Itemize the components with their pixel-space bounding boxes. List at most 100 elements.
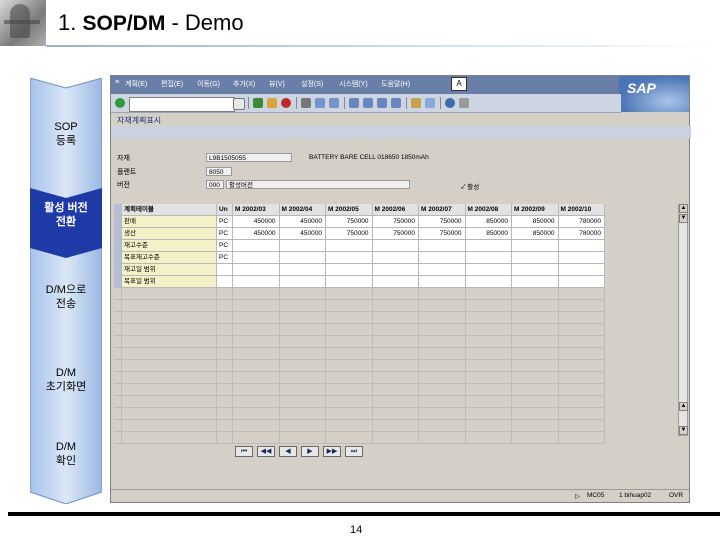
table-cell[interactable] xyxy=(326,276,373,288)
customize-layout-icon[interactable] xyxy=(459,98,469,108)
table-cell[interactable] xyxy=(233,276,280,288)
table-cell[interactable] xyxy=(233,240,280,252)
table-cell[interactable] xyxy=(465,264,512,276)
table-cell[interactable]: 450000 xyxy=(233,216,280,228)
menu-plan[interactable]: 계획(E) xyxy=(125,79,147,89)
table-cell[interactable] xyxy=(558,240,605,252)
row-selector[interactable] xyxy=(114,252,122,264)
table-cell[interactable] xyxy=(419,264,466,276)
next-page-button[interactable]: ▶▶ xyxy=(323,446,341,457)
menu-help[interactable]: 도움말(H) xyxy=(381,79,410,89)
find-icon[interactable] xyxy=(315,98,325,108)
table-cell[interactable] xyxy=(372,264,419,276)
version-field[interactable]: 000 xyxy=(206,180,224,189)
table-cell[interactable] xyxy=(465,240,512,252)
row-selector[interactable] xyxy=(114,372,122,384)
select-all-cell[interactable] xyxy=(114,204,122,216)
next-column-button[interactable]: ▶ xyxy=(301,446,319,457)
first-column-button[interactable]: ⏮ xyxy=(235,446,253,457)
table-cell[interactable]: 750000 xyxy=(372,228,419,240)
help-icon[interactable] xyxy=(445,98,455,108)
table-cell[interactable]: 450000 xyxy=(233,228,280,240)
scroll-down-button[interactable]: ▼ xyxy=(679,426,688,435)
table-cell[interactable] xyxy=(326,264,373,276)
row-selector[interactable] xyxy=(114,336,122,348)
menu-goto[interactable]: 이동(G) xyxy=(197,79,220,89)
back-icon[interactable] xyxy=(253,98,263,108)
previous-page-button[interactable]: ◀◀ xyxy=(257,446,275,457)
enter-icon[interactable] xyxy=(115,98,125,108)
menu-extras[interactable]: 추가(X) xyxy=(233,79,255,89)
row-selector[interactable] xyxy=(114,408,122,420)
row-selector[interactable] xyxy=(114,216,122,228)
table-cell[interactable]: 750000 xyxy=(326,228,373,240)
row-selector[interactable] xyxy=(114,228,122,240)
material-field[interactable]: L9B1505055 xyxy=(206,153,292,162)
previous-page-icon[interactable] xyxy=(363,98,373,108)
first-page-icon[interactable] xyxy=(349,98,359,108)
shortcut-icon[interactable] xyxy=(425,98,435,108)
table-cell[interactable] xyxy=(419,240,466,252)
table-cell[interactable] xyxy=(419,252,466,264)
table-cell[interactable] xyxy=(419,276,466,288)
row-selector[interactable] xyxy=(114,264,122,276)
plant-field[interactable]: 8050 xyxy=(206,167,232,176)
table-cell[interactable] xyxy=(372,276,419,288)
last-page-icon[interactable] xyxy=(391,98,401,108)
table-cell[interactable]: 750000 xyxy=(372,216,419,228)
menu-system[interactable]: 시스템(Y) xyxy=(339,79,368,89)
table-cell[interactable] xyxy=(233,264,280,276)
last-column-button[interactable]: ⏭ xyxy=(345,446,363,457)
find-next-icon[interactable] xyxy=(329,98,339,108)
table-cell[interactable] xyxy=(326,252,373,264)
table-cell[interactable] xyxy=(279,276,326,288)
row-selector[interactable] xyxy=(114,276,122,288)
table-cell[interactable] xyxy=(512,264,559,276)
table-cell[interactable] xyxy=(372,252,419,264)
menu-view[interactable]: 뷰(V) xyxy=(269,79,285,89)
table-cell[interactable] xyxy=(558,264,605,276)
print-icon[interactable] xyxy=(301,98,311,108)
exit-icon[interactable] xyxy=(267,98,277,108)
table-cell[interactable]: 780000 xyxy=(558,216,605,228)
table-cell[interactable]: 750000 xyxy=(419,216,466,228)
scroll-up-button[interactable]: ▲ xyxy=(679,402,688,411)
table-cell[interactable] xyxy=(465,252,512,264)
row-selector[interactable] xyxy=(114,288,122,300)
menu-settings[interactable]: 설정(S) xyxy=(301,79,323,89)
table-cell[interactable] xyxy=(326,240,373,252)
table-cell[interactable]: 750000 xyxy=(326,216,373,228)
table-cell[interactable] xyxy=(512,240,559,252)
row-selector[interactable] xyxy=(114,420,122,432)
row-selector[interactable] xyxy=(114,348,122,360)
table-cell[interactable] xyxy=(558,276,605,288)
row-selector[interactable] xyxy=(114,300,122,312)
row-selector[interactable] xyxy=(114,384,122,396)
table-cell[interactable]: 750000 xyxy=(419,228,466,240)
command-field[interactable] xyxy=(129,97,235,112)
row-selector[interactable] xyxy=(114,324,122,336)
layout-icon[interactable]: A xyxy=(451,77,467,91)
next-page-icon[interactable] xyxy=(377,98,387,108)
scroll-down-button[interactable]: ▼ xyxy=(679,214,688,223)
menu-edit[interactable]: 편집(E) xyxy=(161,79,183,89)
table-cell[interactable] xyxy=(512,276,559,288)
row-selector[interactable] xyxy=(114,432,122,444)
table-cell[interactable]: 850000 xyxy=(465,216,512,228)
menu-icon[interactable]: ≡ xyxy=(115,79,119,86)
table-cell[interactable]: 450000 xyxy=(279,228,326,240)
table-cell[interactable] xyxy=(558,252,605,264)
row-selector[interactable] xyxy=(114,396,122,408)
table-cell[interactable]: 850000 xyxy=(512,228,559,240)
cancel-icon[interactable] xyxy=(281,98,291,108)
row-selector[interactable] xyxy=(114,312,122,324)
row-selector[interactable] xyxy=(114,240,122,252)
table-cell[interactable]: 850000 xyxy=(465,228,512,240)
previous-column-button[interactable]: ◀ xyxy=(279,446,297,457)
table-cell[interactable] xyxy=(279,252,326,264)
save-icon[interactable] xyxy=(233,98,245,110)
table-cell[interactable] xyxy=(279,264,326,276)
status-expand-icon[interactable]: ▷ xyxy=(575,492,580,500)
table-cell[interactable] xyxy=(512,252,559,264)
table-cell[interactable]: 850000 xyxy=(512,216,559,228)
